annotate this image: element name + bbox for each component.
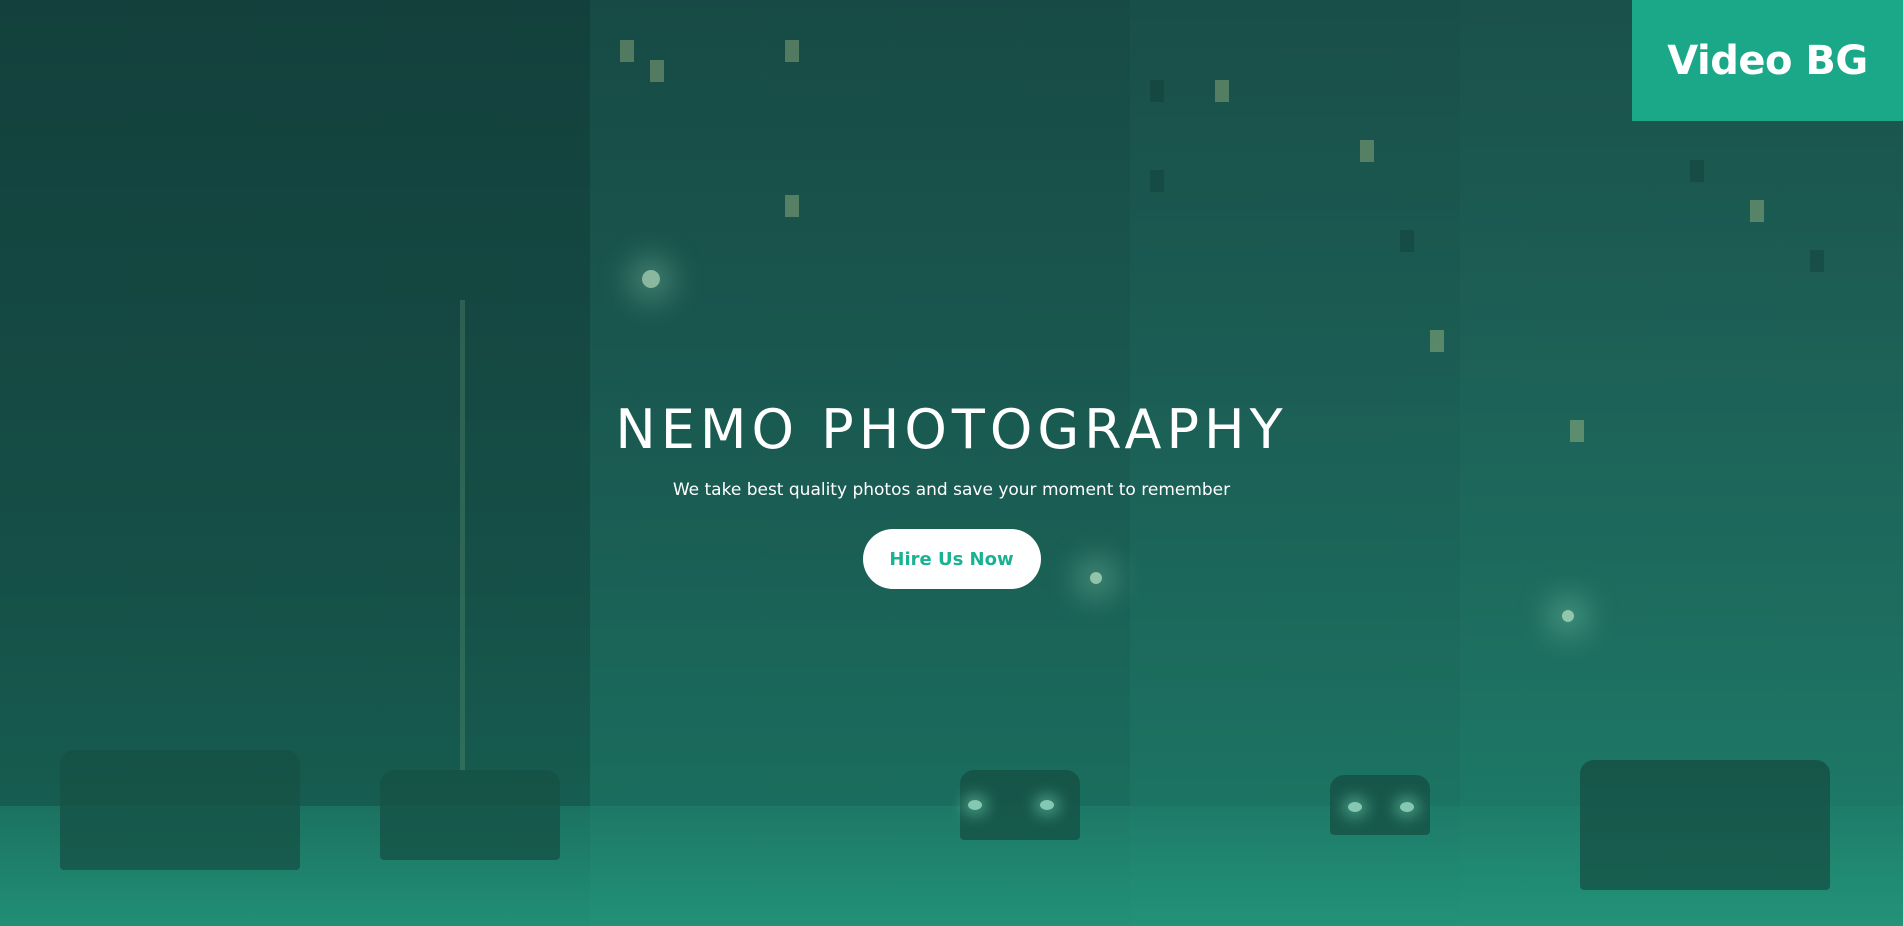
hero-content: NEMO PHOTOGRAPHY We take best quality ph… [0,392,1903,589]
hero-section: Video BG NEMO PHOTOGRAPHY We take best q… [0,0,1903,926]
hero-title: NEMO PHOTOGRAPHY [615,398,1288,461]
hero-subtitle: We take best quality photos and save you… [672,480,1231,500]
video-bg-badge: Video BG [1632,0,1903,121]
hire-us-button[interactable]: Hire Us Now [862,529,1041,589]
